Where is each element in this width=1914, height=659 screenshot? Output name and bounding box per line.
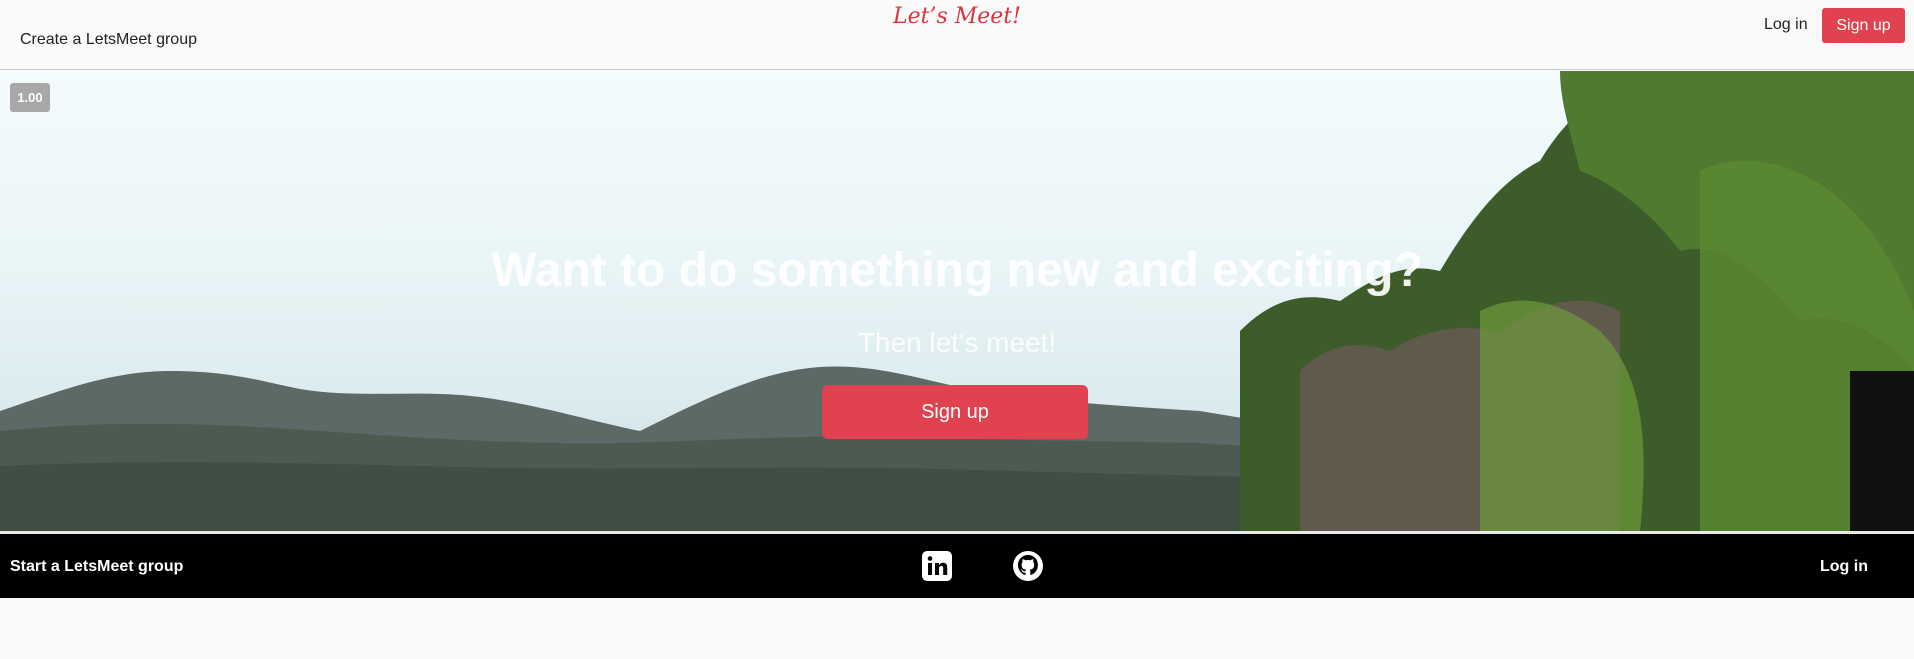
hero-video: 1.00 Want to do something new and exciti… [0,71,1914,532]
hero-background [0,71,1914,532]
hero-signup-button[interactable]: Sign up [822,385,1088,439]
top-navbar: Create a LetsMeet group Let’s Meet! Log … [0,0,1914,70]
create-group-link[interactable]: Create a LetsMeet group [20,31,197,49]
footer: Start a LetsMeet group Log in [0,534,1914,598]
logo[interactable]: Let’s Meet! [0,4,1914,29]
footer-login-link[interactable]: Log in [1820,558,1868,576]
github-icon[interactable] [1012,550,1044,582]
linkedin-icon[interactable] [921,550,953,582]
login-link[interactable]: Log in [1764,16,1808,34]
hero-subtitle: Then let's meet! [857,327,1057,358]
signup-button[interactable]: Sign up [1822,8,1905,43]
hero-title: Want to do something new and exciting? [491,244,1423,297]
start-group-link[interactable]: Start a LetsMeet group [10,558,183,576]
playback-speed-badge[interactable]: 1.00 [10,83,50,112]
